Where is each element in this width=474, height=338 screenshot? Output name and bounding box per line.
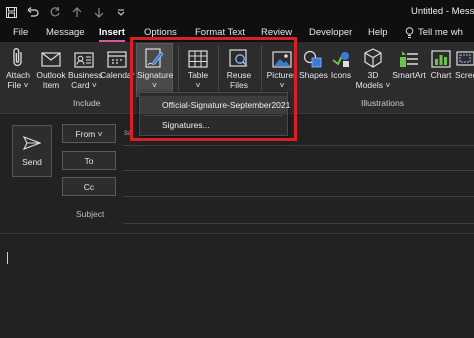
redo-icon[interactable] xyxy=(44,0,66,24)
cube-icon xyxy=(355,44,391,70)
arrow-up-icon[interactable] xyxy=(66,0,88,24)
chart-button[interactable]: Chart xyxy=(428,44,454,96)
window-title: Untitled - Messa xyxy=(411,6,474,17)
customize-toolbar-icon[interactable] xyxy=(110,0,132,24)
send-button[interactable]: Send xyxy=(12,125,52,177)
save-icon[interactable] xyxy=(0,0,22,24)
subject-input[interactable] xyxy=(123,223,474,224)
tab-help[interactable]: Help xyxy=(368,27,388,38)
3d-models-button[interactable]: 3D Models ˅ xyxy=(355,44,391,96)
calendar-icon xyxy=(100,44,134,70)
paperclip-icon xyxy=(2,44,34,70)
screenshot-button[interactable]: Scree xyxy=(455,44,474,96)
screenshot-icon xyxy=(455,44,474,70)
icons-icon xyxy=(328,44,354,70)
lightbulb-icon xyxy=(405,27,414,41)
business-card-button[interactable]: Business Card ˅ xyxy=(68,44,103,96)
business-card-icon xyxy=(68,44,100,70)
tab-insert[interactable]: Insert xyxy=(99,27,125,42)
shapes-button[interactable]: Shapes xyxy=(299,44,328,96)
to-button[interactable]: To xyxy=(62,151,116,170)
group-label-illustrations: Illustrations xyxy=(361,98,404,108)
to-input[interactable] xyxy=(123,170,474,171)
text-cursor xyxy=(7,252,8,264)
tab-message[interactable]: Message xyxy=(46,27,85,38)
tab-file[interactable]: File xyxy=(13,27,28,38)
envelope-icon xyxy=(34,44,68,70)
calendar-button[interactable]: Calendar xyxy=(100,44,135,96)
subject-label: Subject xyxy=(76,209,105,219)
title-bar: Untitled - Messa xyxy=(0,0,474,24)
body-separator xyxy=(0,233,474,234)
arrow-down-icon[interactable] xyxy=(88,0,110,24)
highlight-box xyxy=(130,37,297,141)
tab-developer[interactable]: Developer xyxy=(309,27,352,38)
send-label: Send xyxy=(22,156,42,167)
chart-icon xyxy=(428,44,454,70)
from-field-line xyxy=(123,145,474,146)
smartart-button[interactable]: SmartArt xyxy=(391,44,427,96)
outlook-item-button[interactable]: Outlook Item xyxy=(34,44,68,96)
group-label-include: Include xyxy=(73,98,101,108)
tell-me-search[interactable]: Tell me wh xyxy=(418,27,463,38)
attach-file-button[interactable]: Attach File ˅ xyxy=(2,44,34,96)
cc-input[interactable] xyxy=(123,196,474,197)
compose-area: Send From ˅ sa To Cc Subject xyxy=(0,115,474,338)
cc-button[interactable]: Cc xyxy=(62,177,116,196)
shapes-icon xyxy=(299,44,327,70)
undo-icon[interactable] xyxy=(22,0,44,24)
smartart-icon xyxy=(391,44,427,70)
icons-button[interactable]: Icons xyxy=(328,44,354,96)
from-button[interactable]: From ˅ xyxy=(62,124,116,143)
send-icon xyxy=(22,135,42,152)
